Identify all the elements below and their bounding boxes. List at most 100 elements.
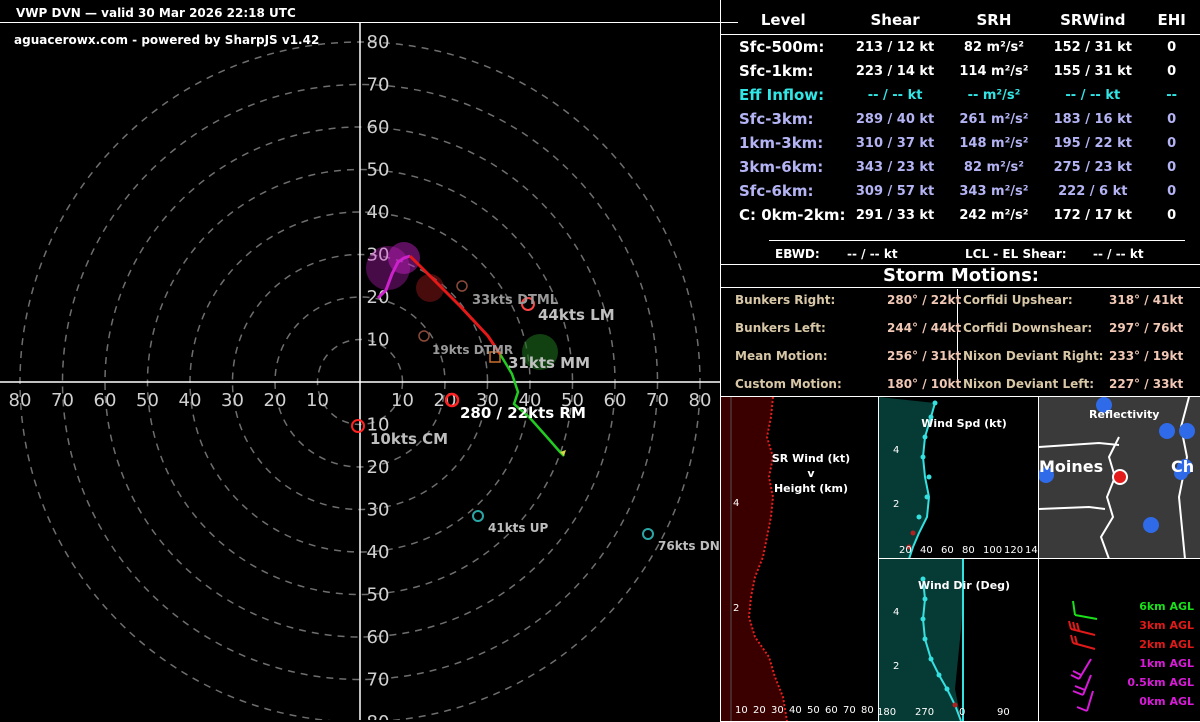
wind-direction-x-ticks: 180 270 0 90 [877, 707, 1039, 719]
storm-motion-label: Nixon Deviant Left: [963, 377, 1094, 391]
ring-label-east: 70 [646, 390, 669, 411]
parameter-row: 3km-6km: 343 / 23 kt 82 m²/s² 275 / 23 kt 0 [721, 155, 1200, 179]
lm-label: 44kts LM [538, 306, 615, 324]
dtmr-marker [418, 330, 430, 342]
storm-motion-row: Nixon Deviant Left: 227° / 33kt [963, 377, 1183, 391]
ring-label-east: 80 [689, 390, 712, 411]
ring-label-west: 60 [94, 390, 117, 411]
axis-tick-label: 60 [941, 545, 954, 556]
reflectivity-map[interactable]: Reflectivity Moines Ch [1038, 396, 1200, 560]
up-marker [472, 510, 484, 522]
barb-1km [1070, 658, 1092, 680]
hodograph-panel: 80 70 60 50 40 30 20 10 10 20 30 40 50 60 70 80 80 70 60 50… [0, 0, 738, 720]
parameter-cell-shear: -- / -- kt [867, 87, 923, 103]
parameter-cell-srwind: 183 / 16 kt [1053, 111, 1132, 127]
sr-wind-ytick-4: 4 [733, 498, 740, 509]
parameter-cell-ehi: 0 [1167, 111, 1177, 127]
parameter-cell-shear: 213 / 12 kt [855, 39, 935, 55]
ring-label-south: 40 [367, 542, 390, 563]
parameter-cell-srwind: -- / -- kt [1065, 87, 1121, 103]
wind-speed-title: Wind Spd (kt) [921, 417, 1007, 430]
parameter-cell-srh: 261 m²/s² [959, 111, 1029, 127]
dtml-marker [456, 280, 468, 292]
wind-speed-ytick-2: 2 [893, 499, 900, 510]
parameter-cell-srh: 82 m²/s² [963, 39, 1024, 55]
barb-label: 0km AGL [1139, 695, 1194, 708]
parameter-cell-level: C: 0km-2km: [739, 206, 846, 224]
ring-label-north: 40 [367, 202, 390, 223]
sr-wind-title-line3: Height (km) [773, 482, 849, 495]
parameter-cell-srwind: 275 / 23 kt [1053, 159, 1132, 175]
dtmr-label: 19kts DTMR [432, 343, 513, 357]
barb-3km [1068, 620, 1096, 636]
parameters-body: Sfc-500m: 213 / 12 kt 82 m²/s² 152 / 31 kt 0… [721, 35, 1200, 228]
ebwd-label: EBWD: [775, 247, 820, 261]
map-canvas [1039, 397, 1195, 559]
dn-label: 76kts DN [658, 539, 720, 553]
wind-speed-point [932, 400, 938, 406]
axis-tick-label: 10 [735, 705, 748, 716]
storm-motion-value: 180° / 10kt [887, 377, 962, 391]
wind-speed-point [922, 434, 928, 440]
map-storm-dot [1159, 423, 1175, 439]
wind-speed-point [916, 514, 922, 520]
parameter-cell-level: 3km-6km: [739, 158, 824, 176]
mm-label: 31kts MM [508, 354, 590, 372]
lcl-el-label: LCL - EL Shear: [965, 247, 1067, 261]
parameter-row: Sfc-1km: 223 / 14 kt 114 m²/s² 155 / 31 kt 0 [721, 59, 1200, 83]
parameter-cell-ehi: -- [1166, 87, 1178, 103]
parameter-cell-shear: 310 / 37 kt [855, 135, 935, 151]
axis-tick-label: 30 [771, 705, 784, 716]
map-title: Reflectivity [1089, 408, 1160, 421]
parameter-cell-ehi: 0 [1167, 135, 1177, 151]
parameter-cell-level: Sfc-6km: [739, 182, 814, 200]
sr-wind-panel: SR Wind (kt) v Height (km) 4 2 10 20 30 40 5… [720, 396, 880, 722]
axis-tick-label: 80 [962, 545, 975, 556]
storm-motion-row: Custom Motion: 180° / 10kt [735, 377, 961, 391]
axis-tick-label: 40 [789, 705, 802, 716]
ring-label-north: 10 [367, 330, 390, 351]
storm-motion-row: Corfidi Downshear: 297° / 76kt [963, 321, 1183, 335]
barb-2km [1070, 634, 1096, 650]
sr-wind-chart [721, 397, 788, 721]
wind-speed-ytick-4: 4 [893, 445, 900, 456]
parameter-cell-srh: 148 m²/s² [959, 135, 1029, 151]
ring-label-west: 80 [9, 390, 32, 411]
storm-motion-label: Bunkers Left: [735, 321, 826, 335]
ring-label-west: 30 [221, 390, 244, 411]
wind-direction-title: Wind Dir (Deg) [917, 579, 1011, 592]
ebwd-row: EBWD: -- / -- kt LCL - EL Shear: -- / --… [769, 240, 1185, 265]
parameter-cell-srwind: 195 / 22 kt [1053, 135, 1132, 151]
parameter-cell-srh: 343 m²/s² [959, 183, 1029, 199]
wind-direction-point [920, 616, 926, 622]
axis-tick-label: 14 [1025, 545, 1038, 556]
storm-motion-label: Corfidi Upshear: [963, 293, 1073, 307]
parameter-row: C: 0km-2km: 291 / 33 kt 242 m²/s² 172 / 17 … [721, 203, 1200, 227]
parameter-row: Sfc-500m: 213 / 12 kt 82 m²/s² 152 / 31 kt 0 [721, 35, 1200, 60]
up-label: 41kts UP [488, 521, 548, 535]
barb-label: 3km AGL [1139, 619, 1194, 632]
parameters-table: Level Shear SRH SRWind EHI Sfc-500m: 213 … [721, 6, 1200, 227]
storm-motion-value: 227° / 33kt [1109, 377, 1184, 391]
axis-tick-label: 120 [1004, 545, 1024, 556]
storm-motion-label: Corfidi Downshear: [963, 321, 1093, 335]
ebwd-value: -- / -- kt [847, 247, 898, 261]
sr-wind-title: SR Wind (kt) v Height (km) [751, 451, 871, 496]
parameter-cell-shear: 289 / 40 kt [855, 111, 935, 127]
col-header-srh: SRH [944, 6, 1044, 35]
kinematic-parameters-panel: Level Shear SRH SRWind EHI Sfc-500m: 213 … [720, 0, 1200, 264]
col-header-ehi: EHI [1142, 6, 1200, 35]
ring-label-west: 10 [306, 390, 329, 411]
ring-label-south: 70 [367, 670, 390, 691]
ring-label-west: 70 [51, 390, 74, 411]
parameter-cell-level: 1km-3km: [739, 134, 824, 152]
ring-label-north: 70 [367, 75, 390, 96]
col-header-srwind: SRWind [1043, 6, 1143, 35]
parameter-row: Eff Inflow: -- / -- kt -- m²/s² -- / -- kt -… [721, 83, 1200, 107]
sr-wind-ytick-2: 2 [733, 603, 740, 614]
cm-marker [351, 419, 365, 433]
parameter-cell-ehi: 0 [1167, 63, 1177, 79]
ring-label-north: 60 [367, 117, 390, 138]
axis-tick-label: 70 [843, 705, 856, 716]
sr-wind-title-line2: v [807, 467, 815, 480]
